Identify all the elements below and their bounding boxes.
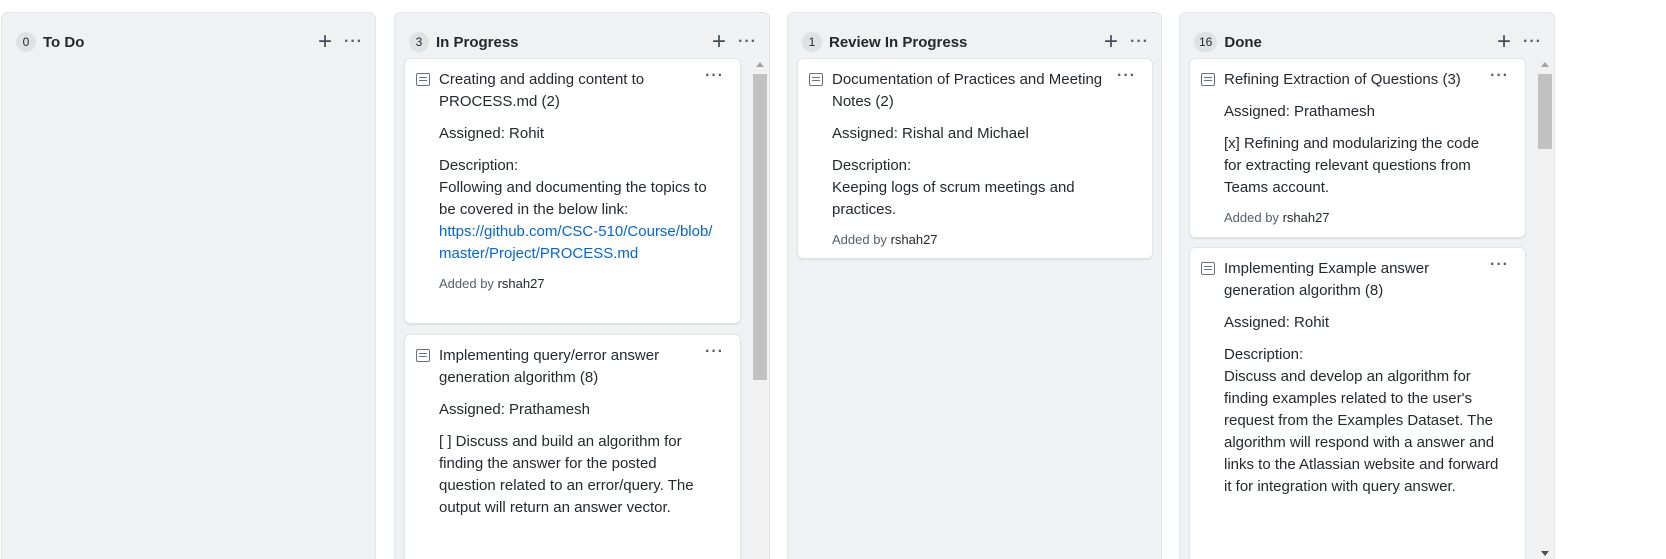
added-by-label: Added by [832,232,887,247]
card-added-by: Added by rshah27 [439,275,714,293]
card-assigned: Assigned: Prathamesh [439,401,590,418]
column-menu-icon[interactable]: ··· [738,34,757,50]
column-title: Review In Progress [829,33,968,51]
issue-card[interactable]: ··· Creating and adding content to PROCE… [404,58,741,324]
card-assigned: Assigned: Rishal and Michael [832,125,1029,142]
issue-card[interactable]: ··· Refining Extraction of Questions (3)… [1189,58,1526,238]
card-title: Documentation of Practices and Meeting N… [832,71,1103,110]
note-icon [416,73,430,86]
add-card-icon[interactable]: + [318,30,332,54]
note-icon [809,73,823,86]
card-added-by: Added by rshah27 [832,231,1126,249]
card-count-badge: 16 [1194,32,1218,52]
card-description: [x] Refining and modularizing the code f… [1224,135,1480,196]
card-title: Creating and adding content to PROCESS.m… [439,71,645,110]
scroll-up-arrow-icon[interactable] [1541,62,1549,67]
card-description: Discuss and develop an algorithm for fin… [1224,368,1499,495]
column-scrollbar[interactable] [1537,58,1553,559]
card-title: Implementing Example answer generation a… [1224,260,1430,299]
column-header: 3 In Progress + ··· [409,27,757,57]
scroll-down-arrow-icon[interactable] [1541,551,1549,556]
note-icon [1201,73,1215,86]
column-menu-icon[interactable]: ··· [1130,34,1149,50]
column-menu-icon[interactable]: ··· [1523,34,1542,50]
column-menu-icon[interactable]: ··· [344,34,363,50]
scroll-up-arrow-icon[interactable] [756,62,764,67]
column-done: 16 Done + ··· ··· Refining Extraction of… [1179,12,1555,559]
add-card-icon[interactable]: + [712,30,726,54]
issue-card[interactable]: ··· Implementing query/error answer gene… [404,334,741,559]
added-by-label: Added by [439,276,494,291]
card-description-label: Description: [1224,346,1304,363]
note-icon [1201,262,1215,275]
column-in-progress: 3 In Progress + ··· ··· Creating and add… [394,12,770,559]
card-added-by: Added by rshah27 [1224,209,1499,227]
card-assigned: Assigned: Rohit [1224,314,1330,331]
column-to-do: 0 To Do + ··· [1,12,376,559]
issue-card[interactable]: ··· Implementing Example answer generati… [1189,247,1526,559]
column-scrollbar[interactable] [752,58,768,559]
added-by-user[interactable]: rshah27 [498,276,545,291]
column-title: In Progress [436,33,519,51]
card-title: Refining Extraction of Questions (3) [1224,71,1461,88]
issue-card[interactable]: ··· Documentation of Practices and Meeti… [797,58,1153,259]
column-review-in-progress: 1 Review In Progress + ··· ··· Documenta… [787,12,1162,559]
scrollbar-thumb[interactable] [753,74,767,380]
card-description: Following and documenting the topics to … [439,179,707,218]
add-card-icon[interactable]: + [1497,30,1511,54]
added-by-label: Added by [1224,210,1279,225]
column-header: 1 Review In Progress + ··· [802,27,1149,57]
card-link[interactable]: https://github.com/CSC-510/Course/blob/m… [439,221,714,265]
added-by-user[interactable]: rshah27 [1283,210,1330,225]
card-description-label: Description: [439,157,519,174]
card-count-badge: 0 [16,32,36,52]
card-count-badge: 3 [409,32,429,52]
column-title: Done [1224,33,1262,51]
card-description: [ ] Discuss and build an algorithm for f… [439,433,694,516]
scrollbar-thumb[interactable] [1538,74,1552,149]
card-assigned: Assigned: Prathamesh [1224,103,1375,120]
column-title: To Do [43,33,85,51]
card-title: Implementing query/error answer generati… [439,347,660,386]
card-assigned: Assigned: Rohit [439,125,545,142]
card-count-badge: 1 [802,32,822,52]
added-by-user[interactable]: rshah27 [891,232,938,247]
project-board: 0 To Do + ··· 3 In Progress + ··· ··· Cr… [0,0,1666,559]
card-description-label: Description: [832,157,912,174]
column-header: 0 To Do + ··· [16,27,363,57]
column-header: 16 Done + ··· [1194,27,1542,57]
note-icon [416,349,430,362]
add-card-icon[interactable]: + [1104,30,1118,54]
card-description: Keeping logs of scrum meetings and pract… [832,179,1075,218]
